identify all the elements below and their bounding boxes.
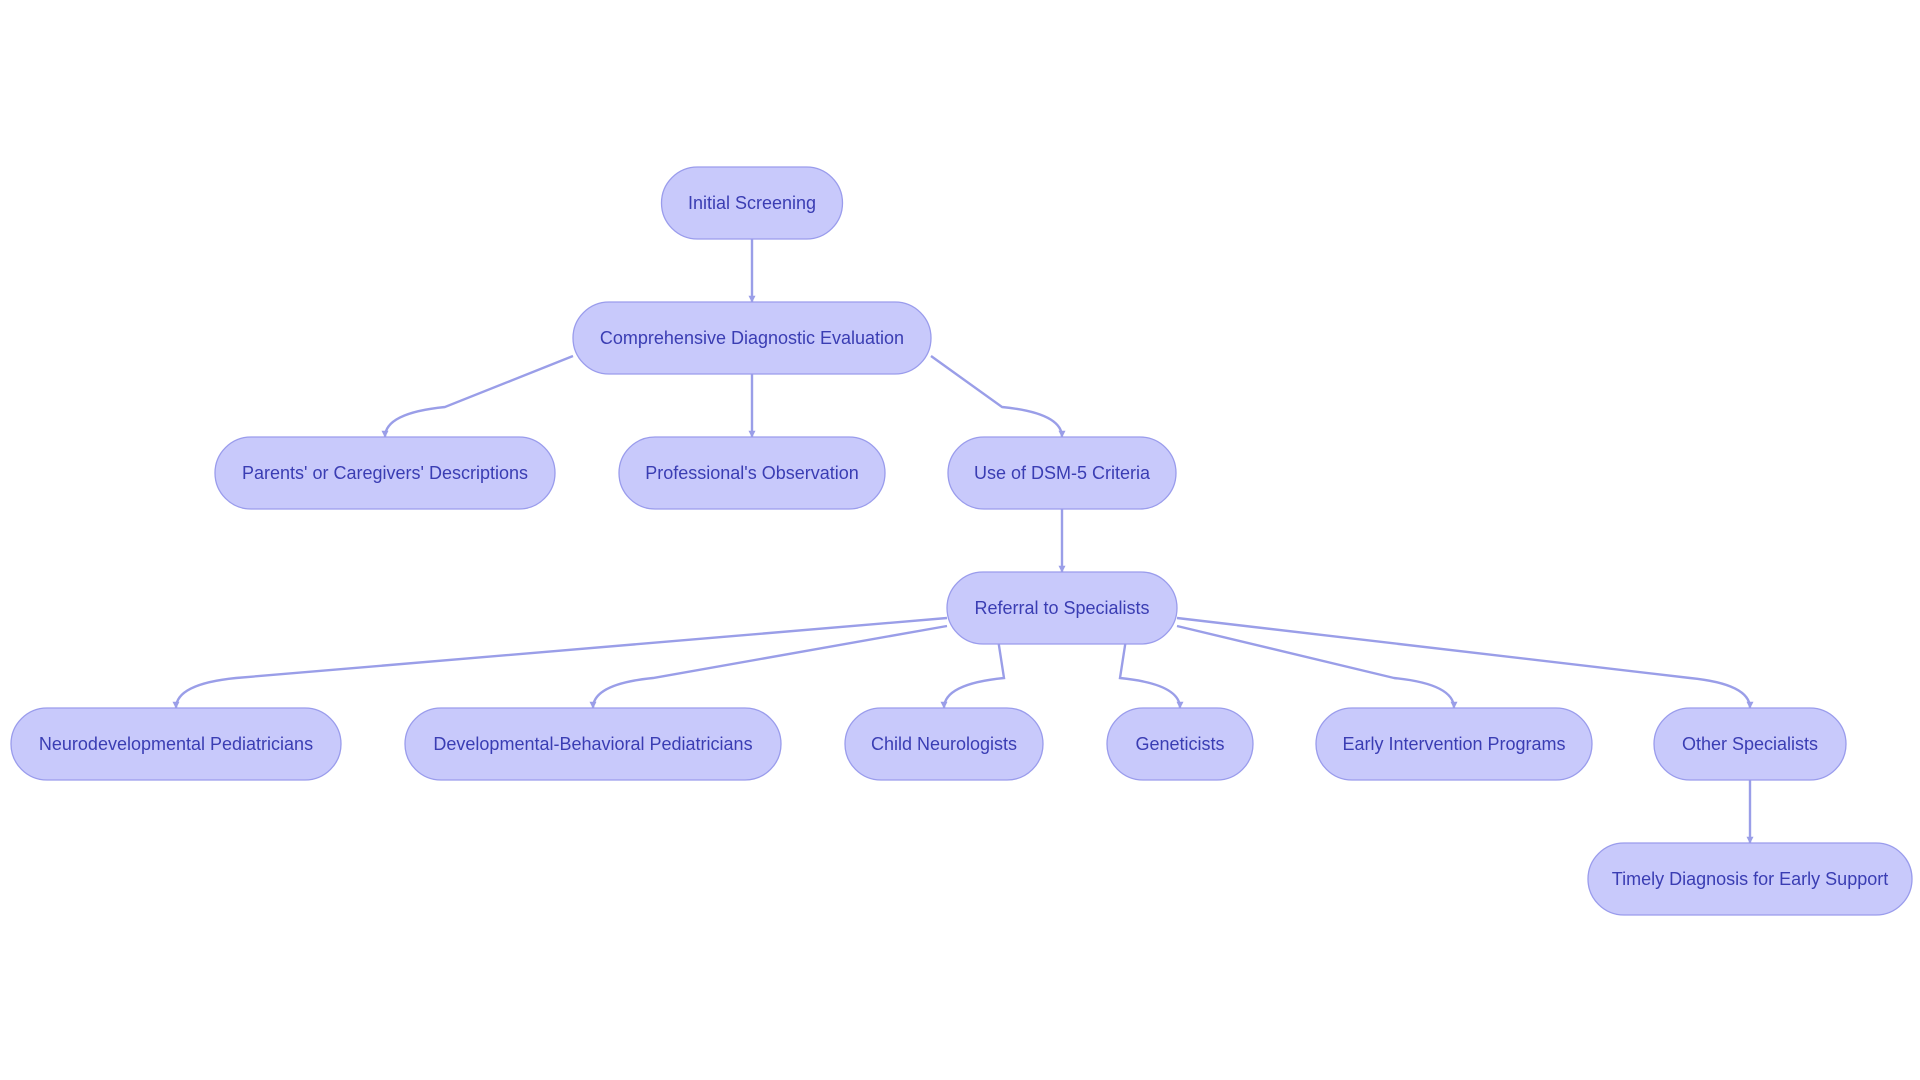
node-geneticists[interactable]: Geneticists [1106,707,1254,781]
node-label: Professional's Observation [645,463,859,483]
edge-comprehensive-to-dsm5 [930,355,1066,438]
edge-referral-to-other [1176,616,1754,709]
node-label: Parents' or Caregivers' Descriptions [242,463,528,483]
node-label: Timely Diagnosis for Early Support [1612,869,1888,889]
node-label: Child Neurologists [871,734,1017,754]
node-label: Geneticists [1135,734,1224,754]
node-label: Comprehensive Diagnostic Evaluation [600,328,904,348]
node-label: Initial Screening [688,193,816,213]
node-timely[interactable]: Timely Diagnosis for Early Support [1587,842,1913,916]
node-label: Other Specialists [1682,734,1818,754]
edge-referral-to-neurodev [172,616,948,709]
node-label: Referral to Specialists [974,598,1149,618]
node-childneuro[interactable]: Child Neurologists [844,707,1044,781]
node-other[interactable]: Other Specialists [1653,707,1847,781]
edge-referral-to-geneticists [1118,643,1184,709]
node-label: Early Intervention Programs [1342,734,1565,754]
node-initial[interactable]: Initial Screening [660,166,844,240]
edge-referral-to-earlyint [1176,624,1458,709]
edge-referral-to-childneuro [940,643,1006,709]
flowchart-canvas: Initial Screening Comprehensive Diagnosti… [10,166,1913,916]
node-professional[interactable]: Professional's Observation [618,436,886,510]
edge-comprehensive-to-parents [381,354,574,438]
nodes-layer: Initial Screening Comprehensive Diagnosti… [10,166,1913,916]
node-devbehav[interactable]: Developmental-Behavioral Pediatricians [404,707,782,781]
node-comprehensive[interactable]: Comprehensive Diagnostic Evaluation [572,301,932,375]
node-parents[interactable]: Parents' or Caregivers' Descriptions [214,436,556,510]
node-label: Use of DSM-5 Criteria [974,463,1151,483]
node-label: Developmental-Behavioral Pediatricians [433,734,752,754]
node-earlyint[interactable]: Early Intervention Programs [1315,707,1593,781]
node-label: Neurodevelopmental Pediatricians [39,734,313,754]
node-referral[interactable]: Referral to Specialists [946,571,1178,645]
node-dsm5[interactable]: Use of DSM-5 Criteria [947,436,1177,510]
edge-referral-to-devbehav [589,624,948,709]
node-neurodev[interactable]: Neurodevelopmental Pediatricians [10,707,342,781]
